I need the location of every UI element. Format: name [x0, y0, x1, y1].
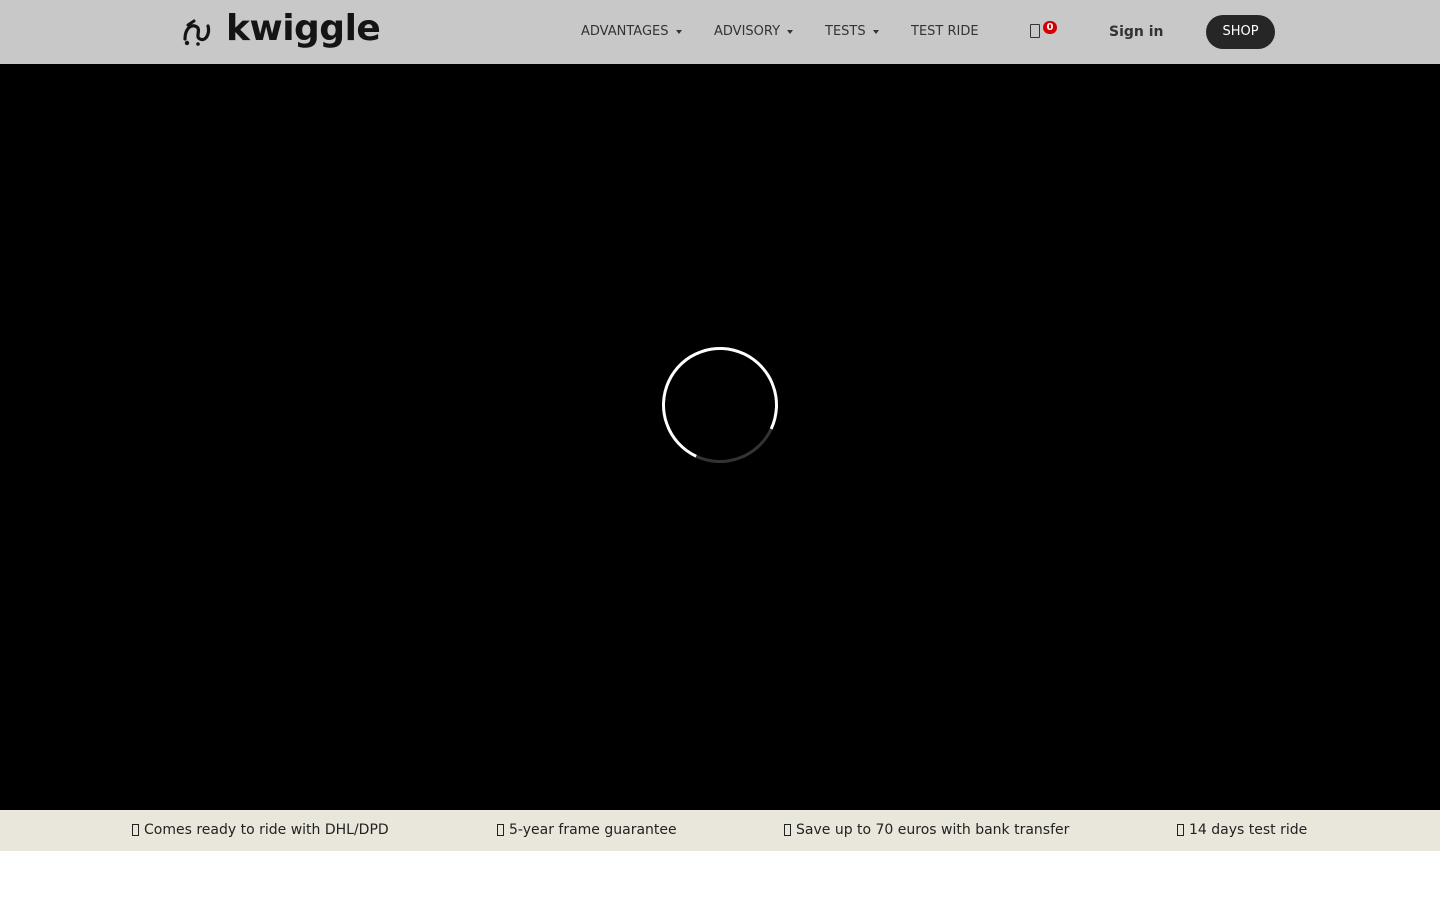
nav-advantages[interactable]: ADVANTAGES [581, 22, 682, 42]
cart-count-badge: 0 [1043, 21, 1057, 34]
cart-icon: cart-icon [1030, 24, 1040, 38]
page-content-area [0, 851, 1440, 900]
shop-button[interactable]: SHOP [1206, 15, 1275, 49]
nav-item-label: ADVANTAGES [581, 24, 669, 39]
sign-in-link[interactable]: Sign in [1109, 22, 1164, 42]
brand-name: kwiggle [226, 8, 381, 49]
usp-bank-transfer: euro-icon Save up to 70 euros with bank … [784, 820, 1069, 840]
nav-item-label: TEST RIDE [911, 24, 979, 39]
loading-spinner-icon [645, 330, 795, 480]
usp-guarantee: shield-icon 5-year frame guarantee [497, 820, 677, 840]
nav-item-label: TESTS [825, 24, 866, 39]
caret-down-icon [872, 30, 879, 34]
usp-text: Save up to 70 euros with bank transfer [796, 822, 1070, 838]
nav-item-label: ADVISORY [714, 24, 781, 39]
top-navbar: kwiggle ADVANTAGES ADVISORY TESTS TEST R… [0, 0, 1440, 64]
hero-video[interactable] [0, 64, 1440, 810]
nav-test-ride[interactable]: TEST RIDE [911, 22, 979, 42]
usp-bar: truck-icon Comes ready to ride with DHL/… [0, 810, 1440, 851]
nav-advisory[interactable]: ADVISORY [714, 22, 794, 42]
kwiggle-logo[interactable]: kwiggle [182, 8, 381, 52]
euro-icon: euro-icon [784, 824, 791, 836]
usp-test-ride: bike-icon 14 days test ride [1177, 820, 1307, 840]
bike-icon: bike-icon [1177, 824, 1184, 836]
usp-shipping: truck-icon Comes ready to ride with DHL/… [132, 820, 389, 840]
shield-icon: shield-icon [497, 824, 504, 836]
usp-text: Comes ready to ride with DHL/DPD [144, 822, 389, 838]
usp-text: 14 days test ride [1189, 822, 1308, 838]
caret-down-icon [675, 30, 682, 34]
usp-text: 5-year frame guarantee [509, 822, 677, 838]
caret-down-icon [787, 30, 794, 34]
nav-tests[interactable]: TESTS [825, 22, 879, 42]
truck-icon: truck-icon [132, 824, 139, 836]
cart-button[interactable]: cart-icon 0 [1030, 21, 1064, 44]
kwiggle-bike-icon [183, 19, 211, 46]
